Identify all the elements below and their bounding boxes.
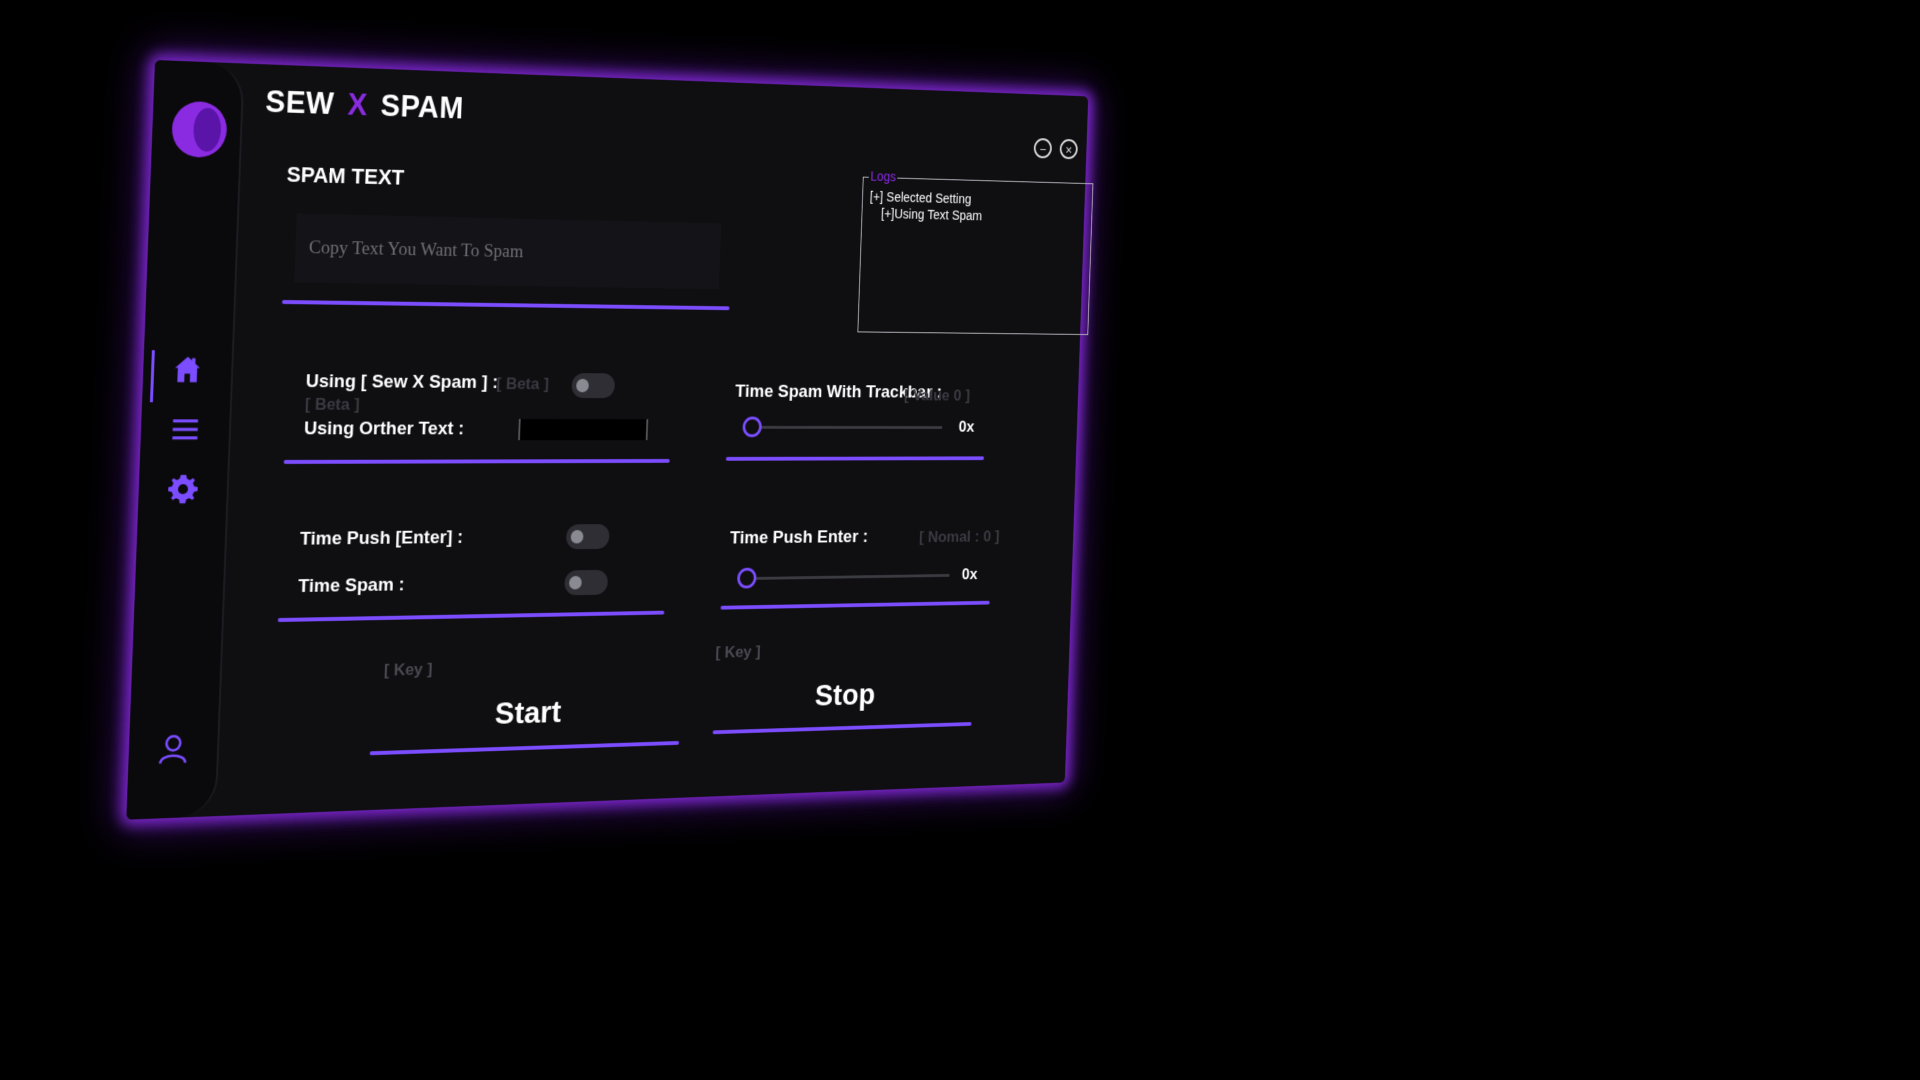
stop-button[interactable]: Stop — [713, 674, 973, 716]
time-push-enter-label: Time Push [Enter] : — [300, 527, 464, 550]
time-spam-trackbar-knob[interactable] — [742, 417, 762, 438]
time-spam-label: Time Spam : — [298, 575, 405, 598]
timers-underline — [278, 611, 665, 622]
stop-underline — [713, 722, 972, 734]
time-push-enter-toggle[interactable] — [566, 524, 610, 549]
time-push-enter-value: 0x — [962, 565, 978, 584]
time-spam-trackbar-hint: [ Value 0 ] — [904, 386, 971, 405]
beta-tag: [ Beta ] — [496, 374, 549, 394]
time-spam-trackbar-value: 0x — [958, 418, 974, 436]
gear-icon[interactable] — [166, 472, 201, 506]
moon-logo-icon — [171, 101, 228, 158]
time-push-enter-knob[interactable] — [737, 568, 757, 589]
start-button[interactable]: Start — [370, 691, 681, 736]
time-push-enter-hint: [ Nomal : 0 ] — [919, 528, 1000, 547]
close-button[interactable]: × — [1060, 139, 1078, 159]
stop-key-hint: [ Key ] — [715, 643, 761, 663]
minimize-button[interactable]: − — [1034, 138, 1053, 159]
logs-panel: Logs [+] Selected Setting [+]Using Text … — [857, 177, 1093, 335]
spam-text-input[interactable] — [294, 213, 721, 289]
time-spam-toggle[interactable] — [564, 570, 608, 596]
log-line: [+] Selected Setting — [870, 189, 972, 206]
title-x: X — [347, 87, 368, 122]
trackbar-underline — [726, 456, 984, 460]
sew-x-spam-toggle[interactable] — [571, 373, 615, 398]
spam-text-underline — [282, 300, 730, 310]
title-spam: SPAM — [380, 88, 464, 125]
logs-title: Logs — [869, 168, 898, 184]
time-push-enter-slider-label: Time Push Enter : — [730, 527, 869, 549]
active-nav-indicator — [150, 350, 155, 402]
using-other-text-label: Using Orther Text : — [304, 419, 465, 441]
user-icon[interactable] — [156, 731, 191, 766]
spam-text-label: SPAM TEXT — [286, 162, 404, 191]
menu-icon[interactable] — [168, 412, 203, 446]
options-underline — [284, 459, 670, 464]
start-key-hint: [ Key ] — [384, 660, 433, 681]
app-title: SEW X SPAM — [265, 84, 465, 126]
sidebar — [126, 60, 244, 820]
time-push-enter-track[interactable] — [746, 574, 950, 580]
time-spam-trackbar-track[interactable] — [751, 426, 942, 429]
start-underline — [370, 741, 679, 755]
using-sew-x-spam-label: Using [ Sew X Spam ] : — [305, 371, 498, 394]
home-icon[interactable] — [170, 352, 205, 386]
push-enter-underline — [721, 601, 990, 610]
title-sew: SEW — [265, 84, 335, 121]
beta-tag: [ Beta ] — [305, 395, 360, 415]
log-line: [+]Using Text Spam — [881, 206, 983, 223]
app-window: SEW X SPAM − × SPAM TEXT Logs [+] Selected… — [126, 60, 1088, 820]
other-text-field[interactable] — [518, 419, 648, 440]
